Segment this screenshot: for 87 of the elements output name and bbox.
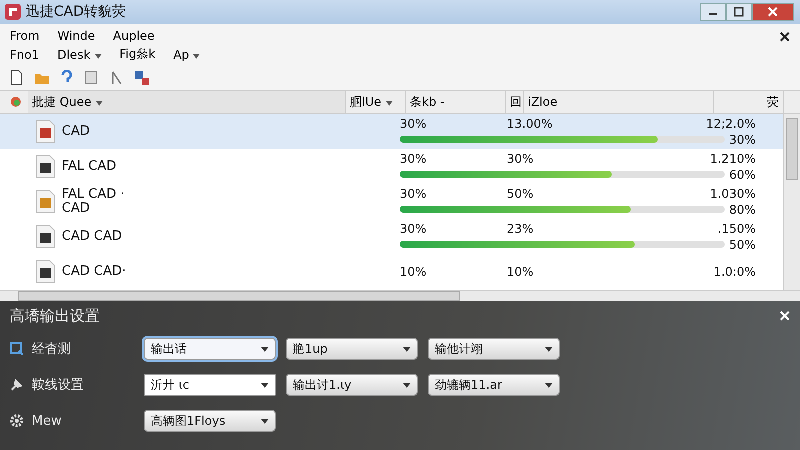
table-cell-text: 30% [400,152,428,166]
dropdown[interactable]: 输出讨1.ιy [286,374,418,396]
caret-icon [386,100,392,106]
pin-icon [10,378,24,392]
menu-item[interactable]: Dlesk [53,48,106,62]
maximize-icon [734,7,744,17]
file-icon [36,224,56,248]
menu-item[interactable]: Ap [170,48,204,62]
progress-reading: 80% [729,202,756,216]
gear-icon [10,414,24,428]
file-name: CAD CAD [62,230,122,244]
caret-icon [193,54,200,58]
caret-icon [403,382,411,388]
setting-label: 鞍线设置 [32,377,84,394]
table-cell: 1.0:0% [714,264,756,278]
menu-item[interactable]: Fno1 [6,48,44,62]
close-button[interactable] [752,3,794,21]
column-header[interactable]: 荧 [714,91,784,113]
dropdown[interactable]: 沂廾 ιc [144,374,276,396]
caret-icon [261,382,269,388]
file-row[interactable]: FAL CAD 30% 30% 1.210% 60% [0,149,783,184]
table-cell: 12;2.0% [706,116,756,130]
column-header[interactable]: 回 [506,91,524,113]
globe-icon [10,96,22,108]
caret-icon [545,382,553,388]
close-icon[interactable] [780,32,790,42]
menu-item[interactable]: Fig叅k [116,46,160,63]
file-icon [36,154,56,178]
progress-reading: 30% [729,132,756,146]
column-header[interactable]: 批捷 Quee [28,91,346,113]
file-row[interactable]: FAL CAD · CAD 30% 50% 1.030% 80% [0,184,783,219]
setting-label: 经杳测 [32,341,71,358]
file-icon [36,190,56,214]
dropdown[interactable]: 劲辘辆11.ar [428,374,560,396]
file-row[interactable]: CAD CAD· 10% 10% 1.0:0% [0,254,783,289]
table-cell-text: 50% [507,186,535,200]
search-icon [10,342,24,356]
app-logo-icon [4,3,22,21]
file-row[interactable]: CAD CAD 30% 23% .150% 50% [0,219,783,254]
close-icon [768,7,778,17]
new-file-icon[interactable] [10,70,24,86]
file-name: CAD [62,124,90,138]
caret-icon [261,418,269,424]
window-title: 迅捷CAD转貌荧 [26,3,126,21]
minimize-button[interactable] [700,3,726,21]
table-cell-text: 30% [507,152,535,166]
dropdown[interactable]: 艵1up [286,338,418,360]
menu-item[interactable]: Auplee [109,28,159,42]
table-cell: 1.210% [710,152,756,166]
table-cell: .150% [718,222,756,236]
maximize-button[interactable] [726,3,752,21]
table-cell-text: 10% [400,264,428,278]
caret-icon [94,54,102,58]
file-row[interactable]: CAD 30% 13.00% 12;2.0% 30% [0,114,783,149]
caret-icon [545,346,553,352]
panel-title: 高墧输出设置 [10,306,100,326]
file-icon [36,260,56,284]
pointer-icon[interactable] [110,70,124,86]
file-name: CAD CAD· [62,264,126,278]
progress-reading: 60% [729,168,756,182]
dropdown[interactable]: 输出话 [144,338,276,360]
table-cell-text: 30% [400,186,428,200]
table-cell-text: 13.00% [507,116,554,130]
dropdown[interactable]: 输他计翊 [428,338,560,360]
progress-reading: 50% [729,238,756,252]
caret-icon [96,100,103,106]
file-name: FAL CAD [62,160,117,174]
column-header[interactable]: iZloe [524,91,714,113]
grid-icon[interactable] [134,70,150,86]
table-cell-text: 30% [400,116,428,130]
document-icon[interactable] [84,70,100,86]
file-icon [36,120,56,144]
menu-item[interactable]: From [6,28,44,42]
table-cell-text: 30% [400,222,428,236]
horizontal-scrollbar[interactable] [0,290,800,301]
setting-label: Mew [32,414,62,428]
vertical-scrollbar[interactable] [783,114,800,290]
table-cell: 1.030% [710,186,756,200]
dropdown[interactable]: 高辆图1Floys [144,410,276,432]
caret-icon [403,346,411,352]
file-name: FAL CAD · CAD [62,188,126,216]
menu-item[interactable]: Winde [54,28,100,42]
caret-icon [261,346,269,352]
column-header[interactable]: 腘lUe [346,91,406,113]
table-cell-text: 10% [507,264,535,278]
column-header[interactable]: 条kb - [406,91,506,113]
table-cell-text: 23% [507,222,535,236]
